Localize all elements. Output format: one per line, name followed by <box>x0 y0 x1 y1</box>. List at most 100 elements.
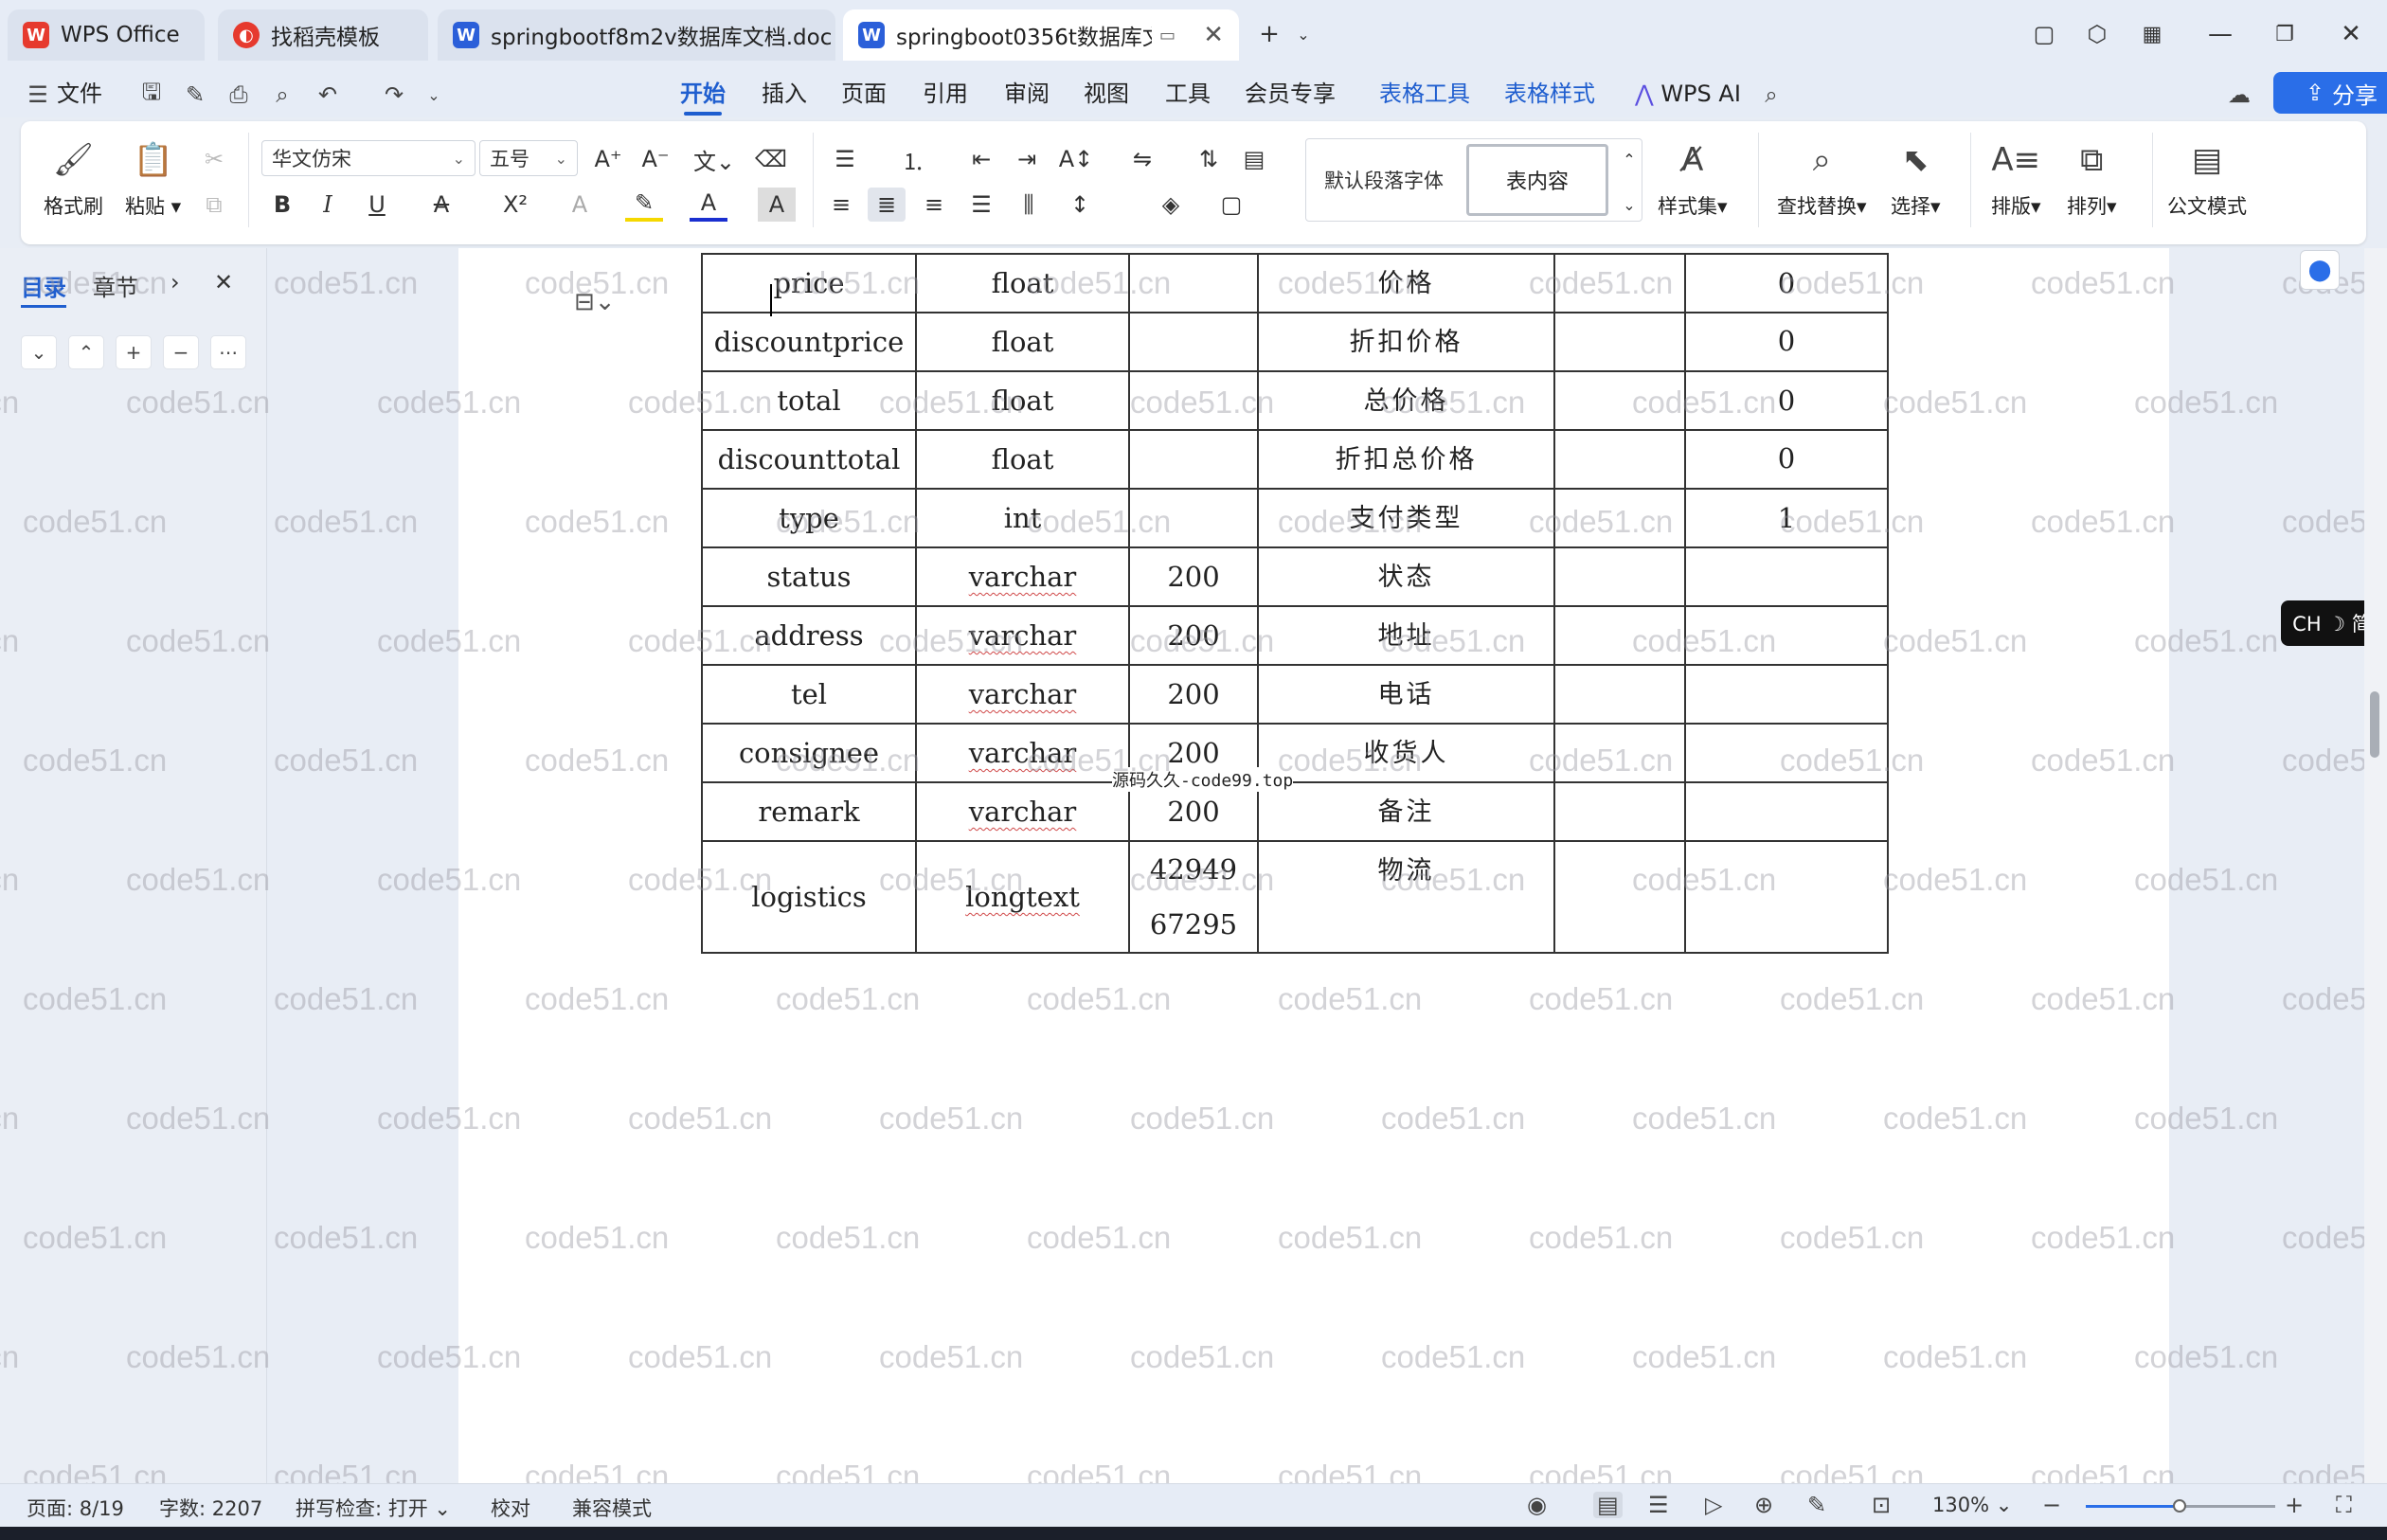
field-name-cell[interactable]: price <box>701 253 917 313</box>
field-type-cell[interactable]: varchar <box>915 546 1130 607</box>
menu-references[interactable]: 引用 <box>923 78 968 110</box>
font-size-select[interactable]: 五号 ⌄ <box>479 140 578 176</box>
field-desc-cell[interactable]: 地址 <box>1257 605 1555 666</box>
font-color-button[interactable]: A <box>690 188 727 222</box>
field-name-cell[interactable]: status <box>701 546 917 607</box>
field-default-cell[interactable] <box>1684 605 1889 666</box>
outline-view-icon[interactable]: ☰ <box>1648 1492 1669 1518</box>
text-direction-icon[interactable]: A↕ <box>1057 142 1095 176</box>
field-type-cell[interactable]: float <box>915 253 1130 313</box>
field-name-cell[interactable]: logistics <box>701 840 917 954</box>
field-nullable-cell[interactable] <box>1553 605 1686 666</box>
field-length-cell[interactable] <box>1128 429 1259 490</box>
field-name-cell[interactable]: discountprice <box>701 312 917 372</box>
expand-up-icon[interactable]: ⌃ <box>68 335 104 369</box>
format-painter-button[interactable]: 🖌 格式刷 <box>44 138 103 220</box>
fullscreen-icon[interactable]: ⛶ <box>2336 1492 2352 1518</box>
new-tab-button[interactable]: + <box>1250 15 1288 53</box>
italic-button[interactable]: I <box>309 188 347 222</box>
field-name-cell[interactable]: consignee <box>701 723 917 783</box>
line-break-icon[interactable]: ⇋ <box>1123 142 1161 176</box>
close-pane-icon[interactable]: ✕ <box>214 269 233 295</box>
borders-icon[interactable]: ▢ <box>1212 188 1250 222</box>
field-desc-cell[interactable]: 状态 <box>1257 546 1555 607</box>
field-length-cell[interactable]: 4294967295 <box>1128 840 1259 954</box>
cut-icon[interactable]: ✂ <box>195 142 233 176</box>
field-desc-cell[interactable]: 价格 <box>1257 253 1555 313</box>
field-table[interactable]: price float 价格 0 discountprice float 折扣价格 0 tota… <box>701 253 1889 954</box>
window-layout-icon[interactable]: ▢ <box>2025 15 2063 53</box>
bullet-list-icon[interactable]: ☰ <box>826 142 864 176</box>
menu-file[interactable]: 文件 <box>57 78 102 110</box>
location-pin-icon[interactable]: ⬤ <box>2300 250 2340 290</box>
share-button[interactable]: ⇪ 分享 <box>2273 72 2387 114</box>
word-count[interactable]: 字数: 2207 <box>159 1494 262 1522</box>
hamburger-menu-icon[interactable]: ☰ <box>23 80 53 110</box>
more-options-icon[interactable]: ⋯ <box>210 335 246 369</box>
field-desc-cell[interactable]: 折扣总价格 <box>1257 429 1555 490</box>
field-default-cell[interactable] <box>1684 546 1889 607</box>
eye-icon[interactable]: ◉ <box>1527 1492 1547 1518</box>
page-indicator[interactable]: 页面: 8/19 <box>27 1494 124 1522</box>
tab-doc-0356t[interactable]: W springboot0356t数据库文档 ▭ ✕ <box>843 9 1239 61</box>
field-type-cell[interactable]: float <box>915 312 1130 372</box>
menu-review[interactable]: 审阅 <box>1004 78 1050 110</box>
field-length-cell[interactable]: 200 <box>1128 605 1259 666</box>
field-default-cell[interactable] <box>1684 840 1889 954</box>
field-default-cell[interactable] <box>1684 723 1889 783</box>
shading-icon[interactable]: ◈ <box>1152 188 1190 222</box>
field-type-cell[interactable]: float <box>915 429 1130 490</box>
tab-wps-office[interactable]: W WPS Office <box>8 9 205 61</box>
field-default-cell[interactable]: 0 <box>1684 370 1889 431</box>
field-desc-cell[interactable]: 支付类型 <box>1257 488 1555 548</box>
table-move-handle-icon[interactable]: ⊟⌄ <box>574 288 616 316</box>
field-type-cell[interactable]: varchar <box>915 781 1130 842</box>
chevron-up-icon[interactable]: ⌃ <box>1610 142 1648 176</box>
zoom-slider-knob[interactable] <box>2173 1499 2186 1513</box>
field-length-cell[interactable]: 200 <box>1128 664 1259 725</box>
field-type-cell[interactable]: longtext <box>915 840 1130 954</box>
show-marks-icon[interactable]: ▤ <box>1235 142 1273 176</box>
style-selected-item[interactable]: 表内容 <box>1466 144 1608 216</box>
highlight-icon[interactable]: ✎ <box>625 188 663 222</box>
tab-doc-f8m2v[interactable]: W springbootf8m2v数据库文档.doc <box>438 9 835 61</box>
field-desc-cell[interactable]: 电话 <box>1257 664 1555 725</box>
menu-table-style[interactable]: 表格样式 <box>1504 78 1595 110</box>
print-preview-icon[interactable]: ⌕ <box>267 80 297 110</box>
field-type-cell[interactable]: varchar <box>915 723 1130 783</box>
minimize-button[interactable]: — <box>2201 15 2239 53</box>
field-nullable-cell[interactable] <box>1553 370 1686 431</box>
add-heading-icon[interactable]: + <box>116 335 152 369</box>
arrange-button[interactable]: ⧉ 排列▾ <box>2067 138 2117 220</box>
paste-button[interactable]: 📋 粘贴 ▾ <box>125 138 181 220</box>
redo-icon[interactable]: ↷ <box>379 80 409 110</box>
web-view-icon[interactable]: ⊕ <box>1754 1492 1773 1518</box>
field-length-cell[interactable] <box>1128 312 1259 372</box>
field-desc-cell[interactable]: 收货人 <box>1257 723 1555 783</box>
sort-icon[interactable]: ⇅ <box>1190 142 1228 176</box>
align-center-icon[interactable]: ≣ <box>868 188 906 222</box>
field-type-cell[interactable]: varchar <box>915 664 1130 725</box>
field-nullable-cell[interactable] <box>1553 253 1686 313</box>
field-length-cell[interactable] <box>1128 253 1259 313</box>
field-type-cell[interactable]: varchar <box>915 605 1130 666</box>
menu-insert[interactable]: 插入 <box>762 78 807 110</box>
field-nullable-cell[interactable] <box>1553 429 1686 490</box>
field-name-cell[interactable]: total <box>701 370 917 431</box>
print-icon[interactable]: ⎙ <box>224 80 254 110</box>
distributed-icon[interactable]: ⫼ <box>1010 188 1048 222</box>
menu-view[interactable]: 视图 <box>1084 78 1129 110</box>
tab-toc[interactable]: 目录 <box>21 269 66 308</box>
justify-icon[interactable]: ☰ <box>962 188 1000 222</box>
field-type-cell[interactable]: int <box>915 488 1130 548</box>
shrink-font-icon[interactable]: A⁻ <box>637 142 674 176</box>
field-desc-cell[interactable]: 备注 <box>1257 781 1555 842</box>
field-default-cell[interactable] <box>1684 664 1889 725</box>
field-nullable-cell[interactable] <box>1553 312 1686 372</box>
align-left-icon[interactable]: ≡ <box>822 188 860 222</box>
field-nullable-cell[interactable] <box>1553 840 1686 954</box>
field-length-cell[interactable] <box>1128 370 1259 431</box>
close-tab-icon[interactable]: ✕ <box>1192 21 1224 49</box>
field-length-cell[interactable] <box>1128 488 1259 548</box>
scrollbar-thumb[interactable] <box>2370 691 2379 758</box>
